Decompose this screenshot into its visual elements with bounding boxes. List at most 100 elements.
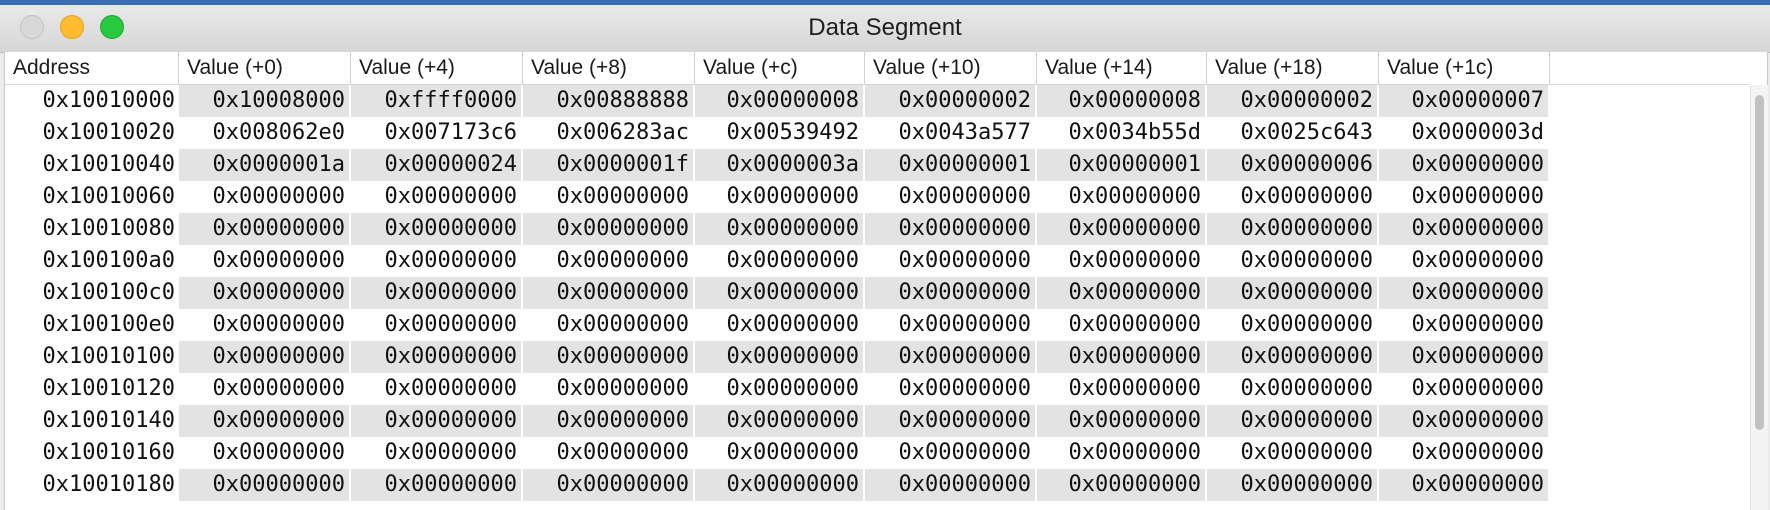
value-cell[interactable]: 0x00000000 [179,437,351,469]
value-cell[interactable]: 0x00000000 [179,373,351,405]
value-cell[interactable]: 0x00000002 [1207,85,1379,117]
value-cell[interactable]: 0x00000000 [865,437,1037,469]
value-cell[interactable]: 0x0034b55d [1037,117,1207,149]
value-cell[interactable]: 0x00000000 [523,373,695,405]
value-cell[interactable]: 0x00000000 [695,277,865,309]
column-header-value-4[interactable]: Value (+c) [695,52,865,84]
value-cell[interactable]: 0x00000000 [865,309,1037,341]
column-header-value-1[interactable]: Value (+0) [179,52,351,84]
value-cell[interactable]: 0x0000001f [523,149,695,181]
value-cell[interactable]: 0x00000000 [1379,245,1550,277]
value-cell[interactable]: 0x00000008 [1037,85,1207,117]
value-cell[interactable]: 0x00000000 [1379,341,1550,373]
value-cell[interactable]: 0x00000000 [1207,405,1379,437]
value-cell[interactable]: 0x00000000 [179,245,351,277]
value-cell[interactable]: 0x00000000 [1207,213,1379,245]
column-header-value-6[interactable]: Value (+14) [1037,52,1207,84]
value-cell[interactable]: 0x00000000 [1379,213,1550,245]
value-cell[interactable]: 0x00000000 [1037,405,1207,437]
column-header-address[interactable]: Address [5,52,179,84]
column-header-value-3[interactable]: Value (+8) [523,52,695,84]
value-cell[interactable]: 0x00000001 [865,149,1037,181]
value-cell[interactable]: 0x00000008 [695,85,865,117]
value-cell[interactable]: 0x00000000 [1207,469,1379,501]
value-cell[interactable]: 0x00000000 [1379,277,1550,309]
value-cell[interactable]: 0x00000000 [351,405,523,437]
value-cell[interactable]: 0x00000000 [351,373,523,405]
value-cell[interactable]: 0x00000000 [865,373,1037,405]
value-cell[interactable]: 0x00000000 [1379,181,1550,213]
value-cell[interactable]: 0x00000000 [1037,181,1207,213]
value-cell[interactable]: 0x007173c6 [351,117,523,149]
value-cell[interactable]: 0x00000000 [179,181,351,213]
value-cell[interactable]: 0x00000001 [1037,149,1207,181]
value-cell[interactable]: 0x00539492 [695,117,865,149]
value-cell[interactable]: 0x00000000 [865,213,1037,245]
value-cell[interactable]: 0x00000000 [179,277,351,309]
value-cell[interactable]: 0x0000003d [1379,117,1550,149]
value-cell[interactable]: 0x00000000 [351,245,523,277]
value-cell[interactable]: 0x00000000 [351,181,523,213]
value-cell[interactable]: 0x00000000 [523,341,695,373]
value-cell[interactable]: 0x00000000 [351,469,523,501]
value-cell[interactable]: 0x00000000 [1379,149,1550,181]
value-cell[interactable]: 0x0000001a [179,149,351,181]
value-cell[interactable]: 0x00000000 [865,469,1037,501]
column-header-value-2[interactable]: Value (+4) [351,52,523,84]
value-cell[interactable]: 0x00000000 [1207,437,1379,469]
value-cell[interactable]: 0x00000000 [1207,181,1379,213]
value-cell[interactable]: 0x00000000 [523,437,695,469]
value-cell[interactable]: 0x00000000 [1207,341,1379,373]
value-cell[interactable]: 0x00000000 [1037,309,1207,341]
column-header-value-7[interactable]: Value (+18) [1207,52,1379,84]
value-cell[interactable]: 0x00000000 [865,341,1037,373]
value-cell[interactable]: 0x00000000 [865,245,1037,277]
value-cell[interactable]: 0x00000000 [1207,373,1379,405]
value-cell[interactable]: 0x00000000 [351,341,523,373]
value-cell[interactable]: 0x00888888 [523,85,695,117]
value-cell[interactable]: 0x00000000 [1037,277,1207,309]
value-cell[interactable]: 0x00000000 [695,181,865,213]
value-cell[interactable]: 0x0025c643 [1207,117,1379,149]
value-cell[interactable]: 0x00000000 [1379,469,1550,501]
value-cell[interactable]: 0x00000000 [1207,277,1379,309]
value-cell[interactable]: 0x00000000 [351,277,523,309]
value-cell[interactable]: 0x00000000 [179,213,351,245]
value-cell[interactable]: 0x00000000 [179,405,351,437]
scrollbar-thumb[interactable] [1755,95,1764,430]
value-cell[interactable]: 0x00000000 [523,245,695,277]
value-cell[interactable]: 0x00000000 [1037,213,1207,245]
value-cell[interactable]: 0x00000000 [695,437,865,469]
value-cell[interactable]: 0x006283ac [523,117,695,149]
value-cell[interactable]: 0x00000000 [1379,405,1550,437]
value-cell[interactable]: 0x00000000 [695,373,865,405]
value-cell[interactable]: 0x00000000 [695,405,865,437]
column-header-value-5[interactable]: Value (+10) [865,52,1037,84]
value-cell[interactable]: 0x00000000 [695,469,865,501]
value-cell[interactable]: 0x00000000 [865,277,1037,309]
value-cell[interactable]: 0x00000000 [523,469,695,501]
value-cell[interactable]: 0x00000006 [1207,149,1379,181]
column-header-value-8[interactable]: Value (+1c) [1379,52,1550,84]
value-cell[interactable]: 0x00000000 [1379,373,1550,405]
value-cell[interactable]: 0x00000000 [1207,309,1379,341]
value-cell[interactable]: 0x00000000 [523,213,695,245]
value-cell[interactable]: 0x00000000 [695,213,865,245]
value-cell[interactable]: 0x00000000 [695,341,865,373]
value-cell[interactable]: 0x00000000 [1037,437,1207,469]
value-cell[interactable]: 0x00000000 [695,245,865,277]
value-cell[interactable]: 0x00000000 [1037,245,1207,277]
vertical-scrollbar[interactable] [1750,85,1768,510]
value-cell[interactable]: 0x00000000 [351,309,523,341]
value-cell[interactable]: 0x00000000 [351,437,523,469]
value-cell[interactable]: 0x00000000 [865,405,1037,437]
value-cell[interactable]: 0xffff0000 [351,85,523,117]
value-cell[interactable]: 0x10008000 [179,85,351,117]
value-cell[interactable]: 0x00000024 [351,149,523,181]
value-cell[interactable]: 0x00000000 [1037,469,1207,501]
value-cell[interactable]: 0x00000000 [179,309,351,341]
value-cell[interactable]: 0x00000000 [523,277,695,309]
value-cell[interactable]: 0x00000002 [865,85,1037,117]
value-cell[interactable]: 0x008062e0 [179,117,351,149]
value-cell[interactable]: 0x00000000 [695,309,865,341]
